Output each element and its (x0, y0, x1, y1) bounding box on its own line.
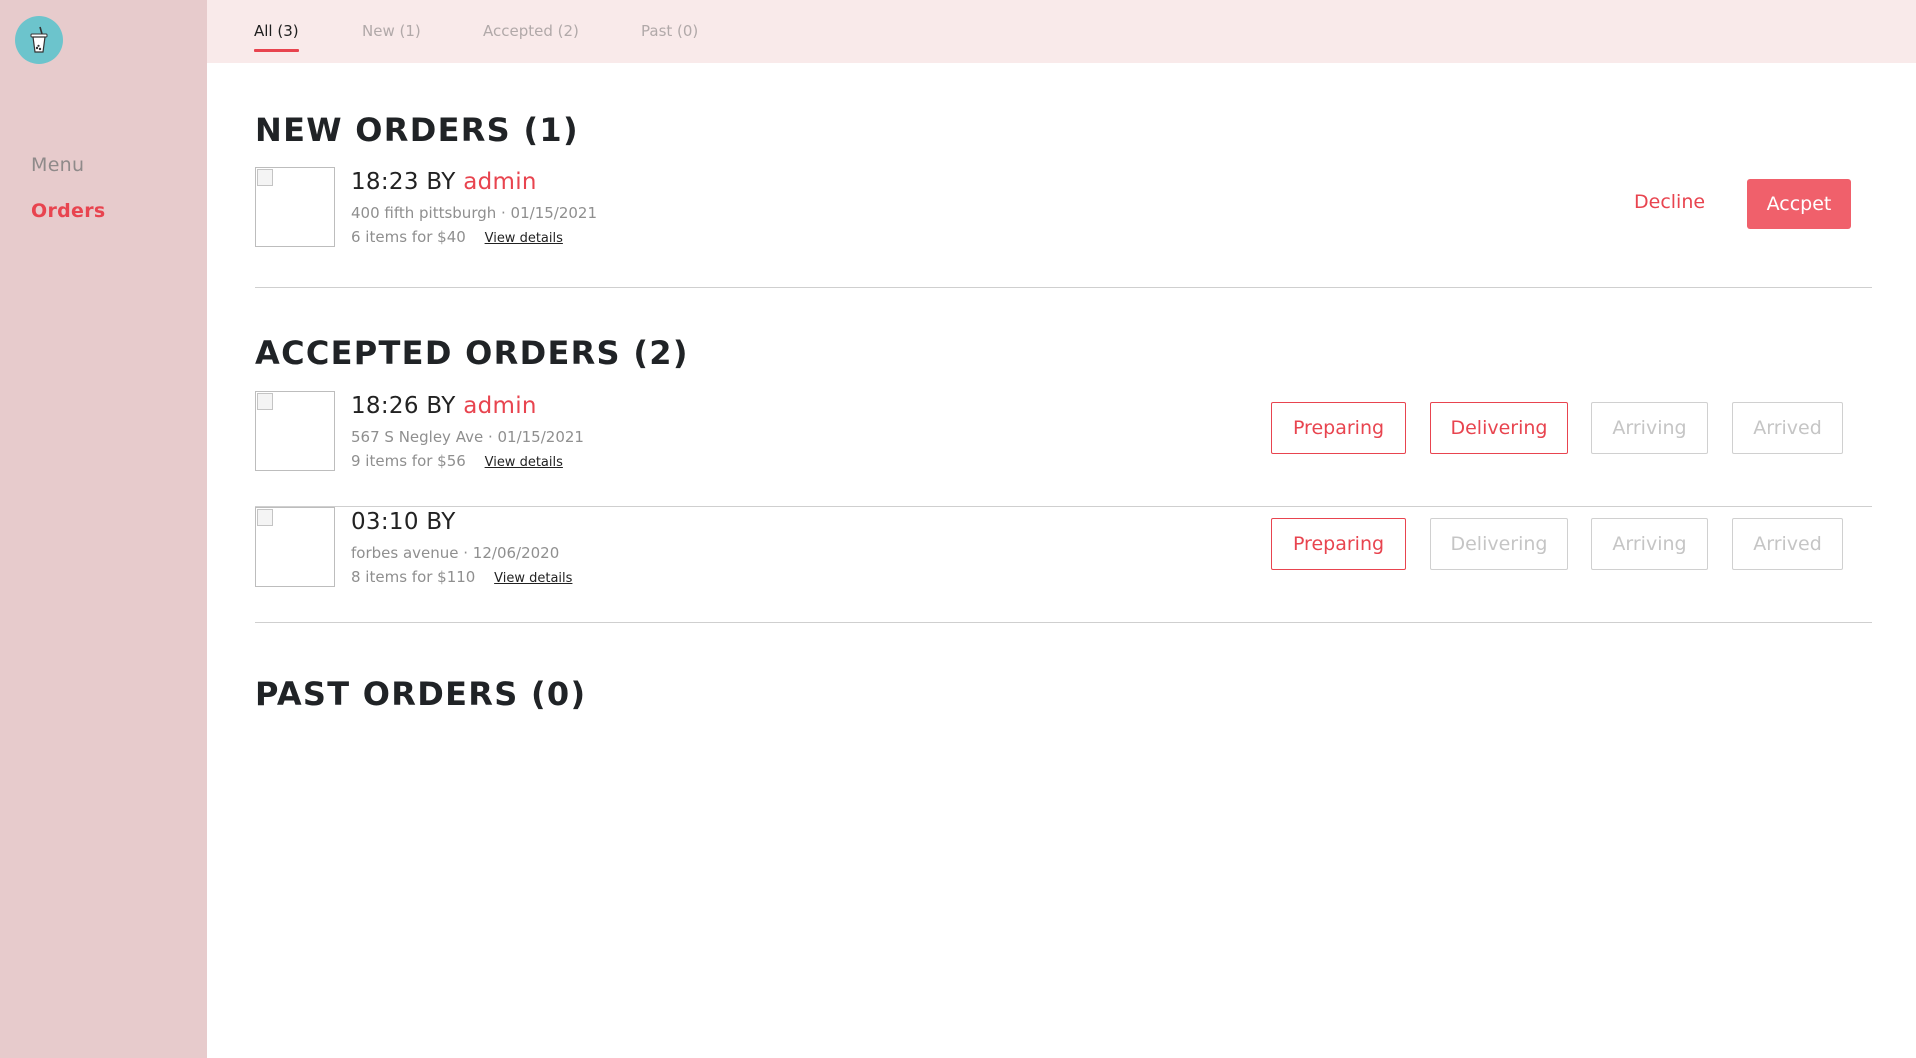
status-arrived-button[interactable]: Arrived (1732, 518, 1843, 570)
tab-new[interactable]: New (1) (362, 22, 421, 40)
sidebar-item-orders[interactable]: Orders (31, 200, 106, 222)
order-user: admin (463, 393, 537, 419)
tab-accepted[interactable]: Accepted (2) (483, 22, 579, 40)
status-preparing-button[interactable]: Preparing (1271, 402, 1406, 454)
app-root: Menu Orders All (3) New (1) Accepted (2)… (0, 0, 1916, 1058)
order-user: admin (463, 169, 537, 195)
status-delivering-button[interactable]: Delivering (1430, 402, 1568, 454)
order-time-value: 03:10 (351, 509, 419, 535)
accept-button[interactable]: Accpet (1747, 179, 1851, 229)
order-time: 03:10 BY (351, 509, 456, 535)
view-details-link[interactable]: View details (485, 231, 563, 246)
sidebar: Menu Orders (0, 0, 207, 1058)
order-summary: 9 items for $56 View details (351, 452, 563, 470)
order-time: 18:23 BY admin (351, 169, 537, 195)
order-row: 18:26 BY admin 567 S Negley Ave · 01/15/… (255, 391, 1872, 507)
order-by-label: BY (426, 169, 456, 195)
tab-all[interactable]: All (3) (254, 22, 299, 52)
order-address-date: 567 S Negley Ave · 01/15/2021 (351, 428, 584, 446)
status-arriving-button[interactable]: Arriving (1591, 518, 1708, 570)
order-address-date: forbes avenue · 12/06/2020 (351, 544, 560, 562)
view-details-link[interactable]: View details (485, 455, 563, 470)
order-time-value: 18:23 (351, 169, 419, 195)
tab-past[interactable]: Past (0) (641, 22, 698, 40)
order-time: 18:26 BY admin (351, 393, 537, 419)
status-arriving-button[interactable]: Arriving (1591, 402, 1708, 454)
order-filter-tabs: All (3) New (1) Accepted (2) Past (0) (207, 0, 1916, 63)
bubble-tea-cup-icon[interactable] (15, 16, 63, 64)
order-summary: 6 items for $40 View details (351, 228, 563, 246)
new-orders-heading: NEW ORDERS (1) (255, 111, 579, 149)
order-address-date: 400 fifth pittsburgh · 01/15/2021 (351, 204, 598, 222)
order-row: 18:23 BY admin 400 fifth pittsburgh · 01… (255, 167, 1872, 288)
order-items-price: 9 items for $56 (351, 452, 466, 470)
order-image (255, 167, 335, 247)
sidebar-item-menu[interactable]: Menu (31, 154, 84, 176)
status-delivering-button[interactable]: Delivering (1430, 518, 1568, 570)
order-image (255, 391, 335, 471)
status-arrived-button[interactable]: Arrived (1732, 402, 1843, 454)
order-image (255, 507, 335, 587)
past-orders-heading: PAST ORDERS (0) (255, 675, 587, 713)
accepted-orders-heading: ACCEPTED ORDERS (2) (255, 334, 689, 372)
order-by-label: BY (426, 393, 456, 419)
view-details-link[interactable]: View details (494, 571, 572, 586)
order-time-value: 18:26 (351, 393, 419, 419)
decline-button[interactable]: Decline (1634, 191, 1705, 213)
order-by-label: BY (426, 509, 456, 535)
order-row: 03:10 BY forbes avenue · 12/06/2020 8 it… (255, 507, 1872, 623)
order-items-price: 6 items for $40 (351, 228, 466, 246)
order-summary: 8 items for $110 View details (351, 568, 572, 586)
status-preparing-button[interactable]: Preparing (1271, 518, 1406, 570)
order-items-price: 8 items for $110 (351, 568, 476, 586)
